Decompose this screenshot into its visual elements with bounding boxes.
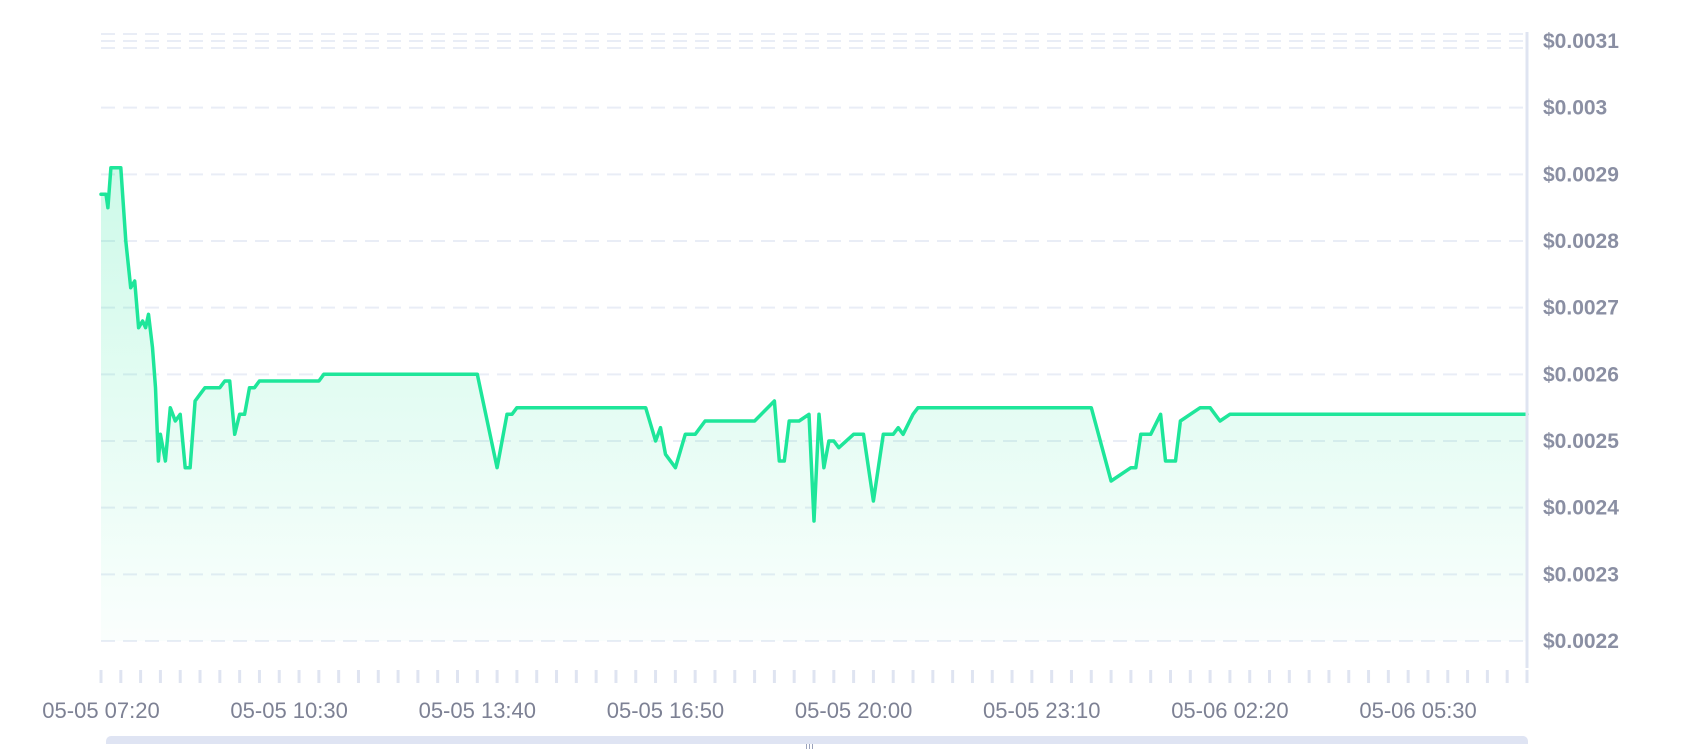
x-tick-label: 05-05 20:00 xyxy=(795,698,912,723)
chart-canvas: $0.0031 $0.003 $0.0029 $0.0028 $0.0027 $0.002… xyxy=(42,30,1619,723)
x-tick-label: 05-05 16:50 xyxy=(607,698,724,723)
x-tick-label: 05-05 07:20 xyxy=(42,698,159,723)
x-tick-label: 05-06 02:20 xyxy=(1171,698,1288,723)
y-tick-label: $0.0027 xyxy=(1543,297,1619,320)
y-tick-label: $0.0029 xyxy=(1543,163,1619,186)
y-tick-label: $0.0028 xyxy=(1543,230,1619,253)
x-axis-ticks: 05-05 07:20 05-05 10:30 05-05 13:40 05-05 1… xyxy=(42,670,1529,723)
price-area-fill xyxy=(101,167,1527,641)
range-scrollbar[interactable] xyxy=(106,736,1528,749)
x-tick-label: 05-05 23:10 xyxy=(983,698,1100,723)
y-tick-label: $0.0026 xyxy=(1543,363,1619,386)
x-tick-label: 05-05 13:40 xyxy=(419,698,536,723)
y-axis-ticks: $0.0031 $0.003 $0.0029 $0.0028 $0.0027 $0.002… xyxy=(1543,30,1619,653)
y-tick-label: $0.0031 xyxy=(1543,30,1619,53)
y-tick-label: $0.0025 xyxy=(1543,430,1619,453)
y-tick-label: $0.0023 xyxy=(1543,563,1619,586)
price-chart: $0.0031 $0.003 $0.0029 $0.0028 $0.0027 $0.002… xyxy=(0,0,1698,749)
y-tick-label: $0.003 xyxy=(1543,97,1607,120)
x-tick-label: 05-06 05:30 xyxy=(1359,698,1476,723)
y-tick-label: $0.0024 xyxy=(1543,497,1619,520)
x-tick-label: 05-05 10:30 xyxy=(230,698,347,723)
scrollbar-handle[interactable] xyxy=(806,736,816,749)
area-layer xyxy=(99,165,1529,641)
y-tick-label: $0.0022 xyxy=(1543,630,1619,653)
